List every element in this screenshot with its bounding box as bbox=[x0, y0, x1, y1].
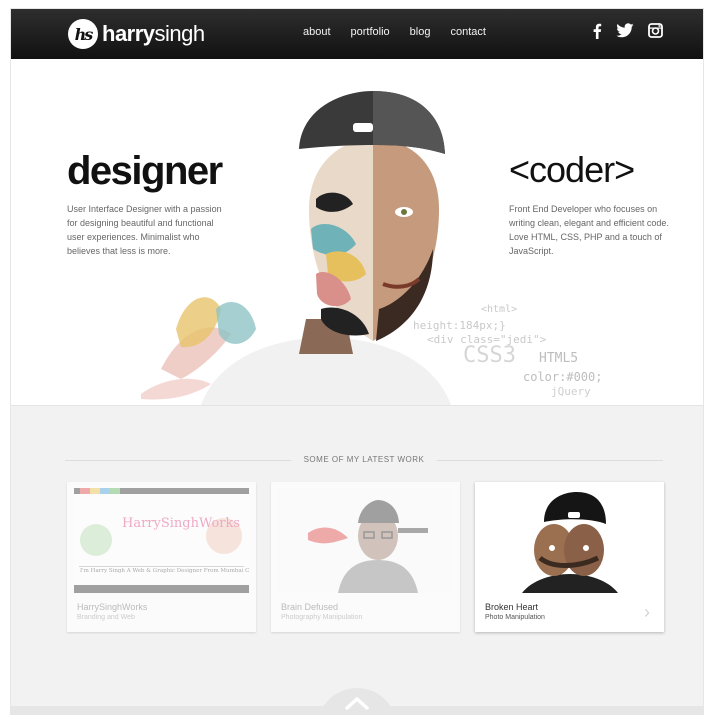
work-card-broken-heart[interactable]: Broken Heart Photo Manipulation › bbox=[475, 482, 664, 632]
logo-text-light: singh bbox=[154, 21, 206, 46]
logo-mark: hs bbox=[68, 19, 98, 49]
divider-right bbox=[437, 460, 663, 461]
logo-text-bold: harry bbox=[102, 21, 155, 46]
work-card-title: HarrySinghWorks bbox=[77, 602, 148, 612]
brain-defused-thumbnail-image bbox=[278, 488, 453, 593]
nav-portfolio[interactable]: portfolio bbox=[351, 26, 390, 38]
work-card-title: Broken Heart bbox=[485, 602, 539, 612]
twitter-icon[interactable] bbox=[616, 23, 634, 44]
chevron-up-icon bbox=[345, 697, 369, 710]
code-snippet-height: height:184px;} bbox=[413, 319, 506, 332]
logo-text: harrysingh bbox=[102, 21, 205, 47]
work-card-category: Branding and Web bbox=[77, 614, 135, 621]
chevron-right-icon[interactable]: › bbox=[644, 602, 650, 623]
facebook-icon[interactable] bbox=[592, 23, 602, 44]
latest-work-header: SOME OF MY LATEST WORK bbox=[65, 454, 663, 468]
work-thumbnail bbox=[278, 488, 453, 593]
nav-blog[interactable]: blog bbox=[410, 26, 431, 38]
code-snippet-jquery: jQuery bbox=[551, 385, 591, 398]
work-card-harrysinghworks[interactable]: HarrySinghWorks I'm Harry Singh A Web & … bbox=[67, 482, 256, 632]
harrysinghworks-thumbnail-image bbox=[74, 488, 249, 593]
work-thumbnail: HarrySinghWorks I'm Harry Singh A Web & … bbox=[74, 488, 249, 593]
site-logo[interactable]: hs harrysingh bbox=[68, 17, 205, 51]
work-card-category: Photography Manipulation bbox=[281, 614, 363, 621]
main-nav: about portfolio blog contact bbox=[303, 26, 506, 38]
code-snippet-color: color:#000; bbox=[523, 370, 603, 384]
scroll-to-top-button[interactable] bbox=[317, 688, 397, 714]
thumbnail-tagline: I'm Harry Singh A Web & Graphic Designer… bbox=[80, 568, 249, 574]
latest-work-section: SOME OF MY LATEST WORK HarrySinghWorks I… bbox=[11, 405, 703, 714]
page-frame: hs harrysingh about portfolio blog conta… bbox=[11, 9, 703, 714]
work-card-brain-defused[interactable]: Brain Defused Photography Manipulation bbox=[271, 482, 460, 632]
work-card-title: Brain Defused bbox=[281, 602, 339, 612]
work-card-category: Photo Manipulation bbox=[485, 614, 545, 621]
site-header: hs harrysingh about portfolio blog conta… bbox=[11, 9, 703, 59]
code-snippet-html5: HTML5 bbox=[539, 351, 579, 366]
social-links bbox=[592, 23, 663, 44]
instagram-icon[interactable] bbox=[648, 23, 663, 44]
nav-contact[interactable]: contact bbox=[450, 26, 485, 38]
nav-about[interactable]: about bbox=[303, 26, 331, 38]
code-snippet-html: <html> bbox=[481, 304, 518, 315]
thumbnail-brand-title: HarrySinghWorks bbox=[122, 516, 241, 531]
work-thumbnail bbox=[482, 488, 657, 593]
code-snippet-css3: CSS3 bbox=[463, 343, 516, 368]
hero-section: designer User Interface Designer with a … bbox=[11, 59, 703, 405]
broken-heart-thumbnail-image bbox=[482, 488, 657, 593]
